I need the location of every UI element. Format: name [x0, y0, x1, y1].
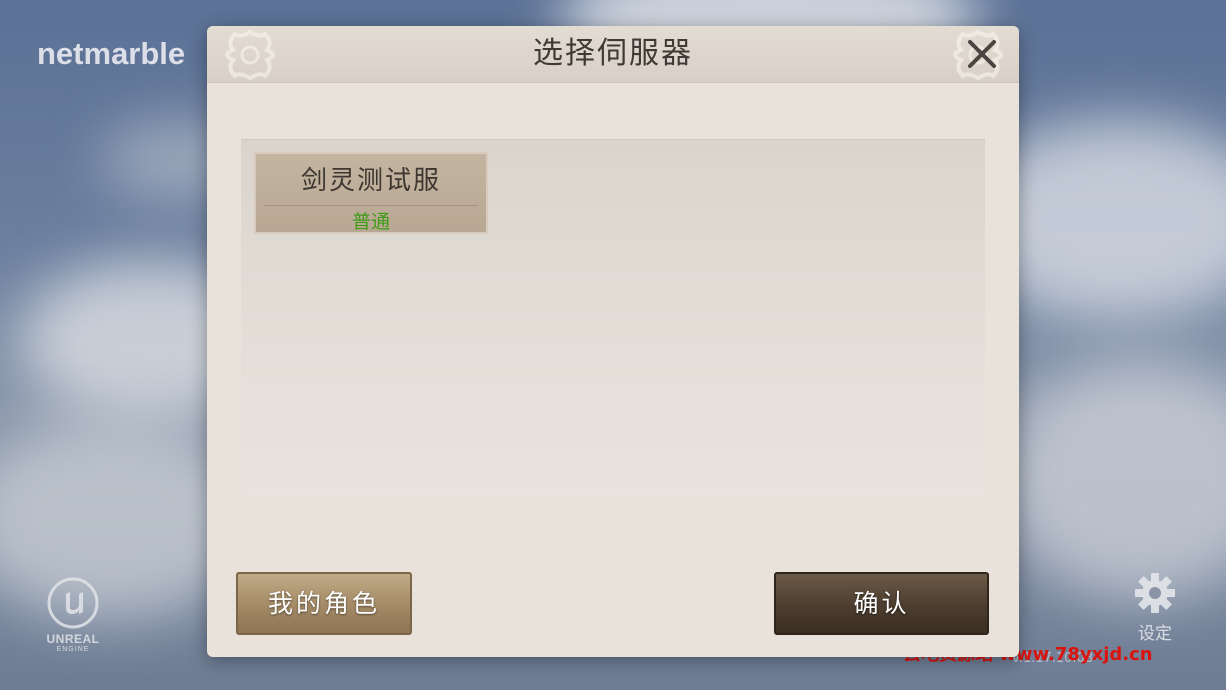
dialog-title: 选择伺服器: [533, 36, 693, 71]
my-characters-button[interactable]: 我的角色: [236, 572, 412, 635]
close-icon: [968, 40, 996, 68]
gear-icon: [1135, 573, 1175, 613]
server-list: 剑灵测试服 普通: [241, 139, 985, 500]
unreal-label: UNREAL: [46, 632, 100, 646]
server-name: 剑灵测试服: [300, 166, 441, 196]
server-status: 普通: [351, 211, 390, 233]
close-button[interactable]: [964, 36, 1000, 72]
unreal-sublabel: ENGINE: [56, 646, 90, 653]
unreal-icon: [47, 577, 99, 629]
server-item[interactable]: 剑灵测试服 普通: [254, 152, 488, 234]
game-screen: netmarble UNREAL ENGINE 设定 v.1.17.10.08 …: [0, 0, 1226, 690]
netmarble-logo: netmarble: [37, 36, 186, 71]
settings-button[interactable]: 设定: [1128, 572, 1182, 644]
divider: [264, 205, 478, 206]
confirm-button[interactable]: 确认: [774, 572, 989, 635]
server-select-dialog: 选择伺服器 剑灵测试服 普通 我的角色 确认: [207, 26, 1019, 657]
unreal-engine-logo: UNREAL ENGINE: [36, 576, 110, 653]
dialog-header: 选择伺服器: [207, 26, 1019, 83]
cloud: [1000, 360, 1226, 600]
